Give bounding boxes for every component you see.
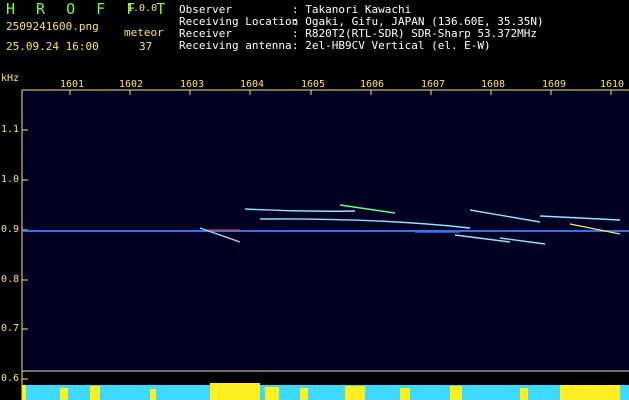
meteor-trace [244,208,356,212]
meteor-trace [569,223,621,235]
x-tick-marks [69,90,612,95]
intensity-bar [22,385,629,400]
spectrogram-overlay [21,89,629,400]
meteor-trace [539,215,621,221]
meteor-trace [469,209,541,223]
y-tick-marks [22,129,28,380]
meteor-trace [259,218,471,229]
meteor-traces [199,204,621,245]
